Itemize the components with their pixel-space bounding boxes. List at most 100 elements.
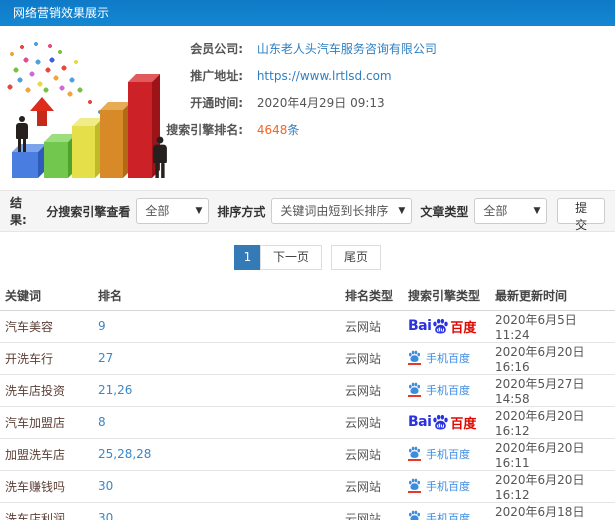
- company-info-panel: 会员公司: 山东老人头汽车服务咨询有限公司 推广地址: https://www.…: [0, 36, 437, 144]
- promo-url-label: 推广地址:: [190, 69, 243, 83]
- mobile-baidu-logo: 手机百度: [408, 478, 470, 494]
- engine-type-cell: Bai du 百度: [403, 310, 490, 343]
- engine-rank-value: 4648条: [247, 123, 300, 137]
- table-row: 洗车店投资 21,26 云网站 Bai du 百度: [0, 374, 615, 407]
- baidu-paw-icon: du: [433, 318, 449, 333]
- open-time-label: 开通时间:: [190, 96, 243, 110]
- rank-cell[interactable]: 9: [93, 310, 340, 343]
- col-update-time: 最新更新时间: [490, 282, 615, 311]
- col-rank-type: 排名类型: [340, 282, 403, 311]
- filter-bar: 结果: 分搜索引擎查看 全部 ▼ 排序方式 关键词由短到长排序 ▼ 文章类型 全…: [0, 190, 615, 232]
- update-time-cell: 2020年6月18日 14:27: [490, 502, 615, 520]
- engine-rank-row: 搜索引擎排名: 4648条: [0, 117, 437, 144]
- last-page-button[interactable]: 尾页: [331, 244, 382, 270]
- table-row: 洗车店利润 30 云网站 Bai du 百度: [0, 502, 615, 520]
- keyword-cell: 洗车店利润: [0, 502, 93, 520]
- article-type-label: 文章类型: [420, 204, 469, 219]
- page-header-bar: 网络营销效果展示: [0, 0, 615, 26]
- update-time-cell: 2020年6月20日 16:11: [490, 438, 615, 471]
- baidu-logo-cn: 百度: [450, 416, 477, 432]
- rank-cell[interactable]: 30: [93, 470, 340, 503]
- mobile-baidu-logo: 手机百度: [408, 382, 470, 398]
- rank-cell[interactable]: 21,26: [93, 374, 340, 407]
- baidu-logo: Bai du 百度: [408, 317, 476, 336]
- mobile-baidu-paw-icon: [408, 478, 421, 494]
- caret-down-icon: ▼: [195, 206, 203, 216]
- pagination: 1 下一页 尾页: [0, 232, 615, 282]
- keyword-cell: 洗车店投资: [0, 374, 93, 407]
- mobile-baidu-paw-icon: [408, 350, 421, 366]
- table-row: 汽车加盟店 8 云网站 Bai du 百度 2020年6月20日 16:12: [0, 406, 615, 439]
- engine-rank-label: 搜索引擎排名:: [166, 123, 243, 137]
- table-row: 汽车美容 9 云网站 Bai du 百度 2020年6月5日 11:24: [0, 310, 615, 343]
- mobile-baidu-paw-icon: [408, 382, 421, 398]
- rank-type-cell: 云网站: [340, 438, 403, 471]
- engine-type-cell: Bai du 百度: [403, 502, 490, 520]
- update-time-cell: 2020年6月20日 16:12: [490, 406, 615, 439]
- engine-type-cell: Bai du 百度: [403, 374, 490, 407]
- sort-selected: 关键词由短到长排序: [280, 204, 389, 218]
- result-label: 结果:: [10, 196, 27, 227]
- promo-url-row: 推广地址: https://www.lrtlsd.com: [0, 63, 437, 90]
- mobile-baidu-label: 手机百度: [426, 479, 470, 493]
- col-keyword: 关键词: [0, 282, 93, 311]
- mobile-baidu-logo: 手机百度: [408, 510, 470, 520]
- bar-green: [44, 142, 68, 178]
- keyword-cell: 洗车赚钱吗: [0, 470, 93, 503]
- next-page-button[interactable]: 下一页: [259, 244, 322, 270]
- promo-url-link[interactable]: https://www.lrtlsd.com: [247, 69, 392, 83]
- col-rank: 排名: [93, 282, 340, 311]
- rank-cell[interactable]: 30: [93, 502, 340, 520]
- member-company-link[interactable]: 山东老人头汽车服务咨询有限公司: [247, 42, 437, 56]
- open-time-value: 2020年4月29日 09:13: [256, 96, 385, 110]
- mobile-baidu-logo: 手机百度: [408, 350, 470, 366]
- summary-section: 会员公司: 山东老人头汽车服务咨询有限公司 推广地址: https://www.…: [0, 26, 615, 190]
- rank-type-cell: 云网站: [340, 406, 403, 439]
- table-row: 开洗车行 27 云网站 Bai du 百度: [0, 342, 615, 375]
- open-time-row: 开通时间: 2020年4月29日 09:13: [0, 90, 437, 117]
- rank-cell[interactable]: 25,28,28: [93, 438, 340, 471]
- engine-view-select[interactable]: 全部 ▼: [136, 198, 210, 224]
- sort-select[interactable]: 关键词由短到长排序 ▼: [271, 198, 413, 224]
- mobile-baidu-paw-icon: [408, 510, 421, 520]
- baidu-logo: Bai du 百度: [408, 413, 476, 432]
- caret-down-icon: ▼: [398, 206, 406, 216]
- mobile-baidu-paw-icon: [408, 446, 421, 462]
- engine-view-label: 分搜索引擎查看: [46, 204, 131, 219]
- keyword-cell: 开洗车行: [0, 342, 93, 375]
- mobile-baidu-logo: 手机百度: [408, 446, 470, 462]
- table-header-row: 关键词 排名 排名类型 搜索引擎类型 最新更新时间: [0, 282, 615, 311]
- caret-down-icon: ▼: [533, 206, 541, 216]
- svg-text:du: du: [437, 423, 445, 429]
- update-time-cell: 2020年5月27日 14:58: [490, 374, 615, 407]
- svg-text:du: du: [437, 327, 445, 333]
- submit-button[interactable]: 提交: [557, 198, 605, 232]
- baidu-logo-text: Bai: [408, 318, 432, 334]
- keyword-cell: 加盟洗车店: [0, 438, 93, 471]
- rank-type-cell: 云网站: [340, 310, 403, 343]
- baidu-paw-icon: du: [433, 414, 449, 429]
- keyword-cell: 汽车美容: [0, 310, 93, 343]
- sort-label: 排序方式: [217, 204, 266, 219]
- keyword-rank-table: 关键词 排名 排名类型 搜索引擎类型 最新更新时间 汽车美容 9 云网站 Bai: [0, 282, 615, 520]
- rank-cell[interactable]: 8: [93, 406, 340, 439]
- engine-type-cell: Bai du 百度: [403, 470, 490, 503]
- member-company-row: 会员公司: 山东老人头汽车服务咨询有限公司: [0, 36, 437, 63]
- baidu-logo-cn: 百度: [450, 320, 477, 336]
- update-time-cell: 2020年6月5日 11:24: [490, 310, 615, 343]
- rank-type-cell: 云网站: [340, 342, 403, 375]
- update-time-cell: 2020年6月20日 16:16: [490, 342, 615, 375]
- article-type-select[interactable]: 全部 ▼: [474, 198, 548, 224]
- rank-type-cell: 云网站: [340, 374, 403, 407]
- engine-type-cell: Bai du 百度: [403, 438, 490, 471]
- article-type-selected: 全部: [483, 204, 508, 218]
- keyword-cell: 汽车加盟店: [0, 406, 93, 439]
- baidu-logo-text: Bai: [408, 414, 432, 430]
- bar-blue: [12, 152, 38, 178]
- mobile-baidu-label: 手机百度: [426, 383, 470, 397]
- page-1-button[interactable]: 1: [233, 244, 261, 270]
- col-engine-type: 搜索引擎类型: [403, 282, 490, 311]
- table-row: 洗车赚钱吗 30 云网站 Bai du 百度: [0, 470, 615, 503]
- rank-type-cell: 云网站: [340, 502, 403, 520]
- rank-cell[interactable]: 27: [93, 342, 340, 375]
